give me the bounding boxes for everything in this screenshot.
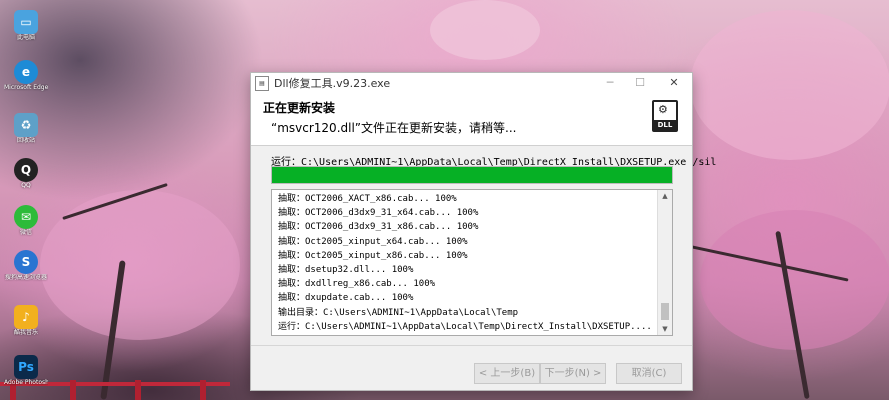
recycle-bin-icon[interactable]: ♻ 回收站 <box>4 113 48 145</box>
blossom-cluster <box>690 10 889 160</box>
log-line: 抽取：Oct2005_xinput_x64.cab... 100% <box>278 236 468 247</box>
dll-label: DLL <box>654 120 676 130</box>
installer-window: ▤ Dll修复工具.v9.23.exe ─ ☐ ✕ 正在更新安装 “msvcr1… <box>250 72 716 391</box>
edge-icon[interactable]: e Microsoft Edge <box>4 60 48 92</box>
progress-fill <box>272 167 672 183</box>
scroll-thumb[interactable] <box>661 303 669 320</box>
music-icon[interactable]: ♪ 酷我音乐 <box>4 305 48 337</box>
window-title: Dll修复工具.v9.23.exe <box>274 77 391 90</box>
maximize-button[interactable]: ☐ <box>628 73 652 93</box>
log-line: 运行：C:\Users\ADMINI~1\AppData\Local\Temp\… <box>278 321 652 332</box>
wechat-icon[interactable]: ✉ 微信 <box>4 205 48 237</box>
title-bar[interactable]: ▤ Dll修复工具.v9.23.exe ─ ☐ ✕ <box>251 73 692 93</box>
blossom-cluster <box>430 0 540 60</box>
scroll-down-icon[interactable]: ▼ <box>658 323 672 335</box>
blossom-cluster <box>40 190 240 340</box>
log-line: 抽取：dxdllreg_x86.cab... 100% <box>278 279 436 290</box>
sogou-icon[interactable]: S 搜狗高速浏览器 <box>4 250 48 282</box>
close-button[interactable]: ✕ <box>662 73 686 93</box>
log-line: 抽取：Oct2005_xinput_x86.cab... 100% <box>278 250 468 261</box>
app-icon: ▤ <box>255 75 269 91</box>
scroll-up-icon[interactable]: ▲ <box>658 190 672 202</box>
qq-icon[interactable]: Q QQ <box>4 158 48 190</box>
footer-divider <box>251 345 692 346</box>
page-subtitle: “msvcr120.dll”文件正在更新安装，请稍等... <box>271 121 517 135</box>
log-line: 抽取：dsetup32.dll... 100% <box>278 264 414 275</box>
photoshop-icon[interactable]: Ps Adobe Photosh... <box>4 355 48 387</box>
this-pc-icon[interactable]: ▭ 此电脑 <box>4 10 48 42</box>
cancel-button[interactable]: 取消(C) <box>616 363 682 384</box>
wizard-header: 正在更新安装 “msvcr120.dll”文件正在更新安装，请稍等... ⚙ D… <box>251 93 692 146</box>
log-line: 抽取：dxupdate.cab... 100% <box>278 293 414 304</box>
minimize-button[interactable]: ─ <box>598 73 622 93</box>
page-title: 正在更新安装 <box>263 101 336 115</box>
log-line: 抽取：OCT2006_d3dx9_31_x64.cab... 100% <box>278 208 479 219</box>
log-list: 抽取：OCT2006_XACT_x86.cab... 100% 抽取：OCT200… <box>272 190 672 334</box>
log-scrollbar[interactable]: ▲ ▼ <box>657 190 672 335</box>
install-log[interactable]: 抽取：OCT2006_XACT_x86.cab... 100% 抽取：OCT200… <box>271 189 673 336</box>
next-button[interactable]: 下一步(N) > <box>540 363 606 384</box>
back-button[interactable]: < 上一步(B) <box>474 363 540 384</box>
log-line: 抽取：OCT2006_d3dx9_31_x86.cab... 100% <box>278 222 479 233</box>
log-line: 抽取：OCT2006_XACT_x86.cab... 100% <box>278 194 457 204</box>
log-line: 输出目录：C:\Users\ADMINI~1\AppData\Local\Tem… <box>278 307 519 318</box>
dll-file-icon: ⚙ DLL <box>652 100 678 132</box>
progress-bar <box>271 166 673 184</box>
gear-icon: ⚙ <box>658 103 668 116</box>
